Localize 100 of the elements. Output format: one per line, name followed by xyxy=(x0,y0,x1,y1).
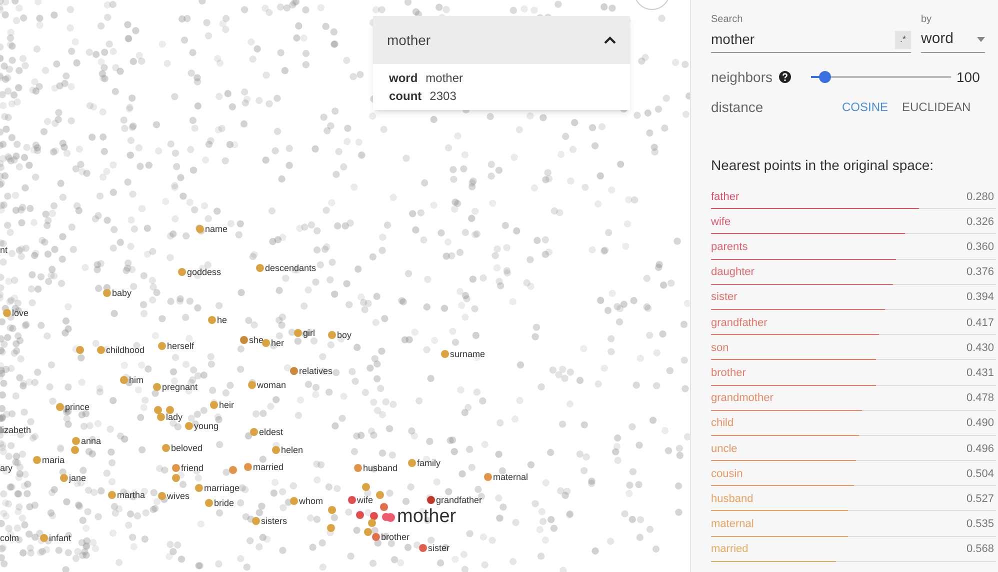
point-label: relatives xyxy=(299,365,333,377)
field-value: 2303 xyxy=(430,88,456,104)
neighbor-row[interactable]: daughter 0.376 xyxy=(711,260,996,285)
neighbor-row[interactable]: grandmother 0.478 xyxy=(711,386,996,411)
distance-value: 0.326 xyxy=(966,214,994,230)
point-label: lady xyxy=(166,411,183,423)
point-label: colm xyxy=(0,532,20,544)
point-label: he xyxy=(217,314,228,326)
data-point xyxy=(376,491,384,499)
neighbor-row[interactable]: married 0.568 xyxy=(711,536,996,562)
point-label: martha xyxy=(117,489,146,501)
slider-track[interactable] xyxy=(810,71,950,83)
distance-value: 0.431 xyxy=(966,366,994,381)
point-label: anna xyxy=(81,435,102,447)
point-label: married xyxy=(253,461,284,473)
point-label: pregnant xyxy=(162,381,198,393)
distance-option[interactable]: COSINE xyxy=(842,98,888,116)
point-label: her xyxy=(271,337,284,349)
point-label: marriage xyxy=(204,482,240,494)
point-label: whom xyxy=(299,495,324,507)
neighbor-row[interactable]: son 0.430 xyxy=(711,335,996,360)
field-key: count xyxy=(389,88,422,104)
neighbor-row[interactable]: father 0.280 xyxy=(711,184,996,210)
neighbor-row[interactable]: husband 0.527 xyxy=(711,486,996,512)
point-label: girl xyxy=(303,327,316,339)
neighbor-row[interactable]: cousin 0.504 xyxy=(711,461,996,486)
help-icon xyxy=(778,71,790,83)
point-label: wives xyxy=(167,490,190,502)
neighbor-row[interactable]: child 0.490 xyxy=(711,410,996,436)
dropdown-caret-icon xyxy=(977,37,985,42)
point-label: helen xyxy=(281,444,304,456)
point-label: goddess xyxy=(187,266,222,278)
data-point xyxy=(327,524,335,532)
neighbor-row[interactable]: brother 0.431 xyxy=(711,360,996,386)
distance-value: 0.376 xyxy=(966,265,994,280)
point-label: heir xyxy=(219,399,234,411)
point-label: maternal xyxy=(493,471,528,483)
data-point xyxy=(229,466,237,474)
by-dropdown[interactable]: word xyxy=(921,27,985,53)
distance-value: 0.504 xyxy=(966,466,994,482)
neighbor-row[interactable]: wife 0.326 xyxy=(711,209,996,234)
distance-value: 0.527 xyxy=(966,492,994,507)
point-label: love xyxy=(12,307,29,319)
point-label: herself xyxy=(167,340,194,352)
data-point xyxy=(76,346,84,354)
point-label: baby xyxy=(112,287,132,299)
point-label: family xyxy=(417,457,441,469)
distance-value: 0.478 xyxy=(966,391,994,406)
slider-thumb[interactable] xyxy=(818,71,830,83)
point-label: prince xyxy=(65,401,90,413)
point-label: nt xyxy=(0,244,8,256)
neighbor-row[interactable]: uncle 0.496 xyxy=(711,436,996,462)
neighbors-value: 100 xyxy=(956,68,980,86)
card-title: mother xyxy=(387,30,431,50)
focus-label: mother xyxy=(397,506,456,528)
point-label: lizabeth xyxy=(0,424,32,436)
field-label: Search xyxy=(711,13,744,27)
point-label: sister xyxy=(428,542,450,554)
distance-value: 0.417 xyxy=(966,316,994,331)
point-label: young xyxy=(194,420,219,432)
neighbor-row[interactable]: parents 0.360 xyxy=(711,234,996,260)
neighbor-row[interactable]: maternal 0.535 xyxy=(711,511,996,537)
distance-value: 0.394 xyxy=(966,290,994,306)
field-key: word xyxy=(389,70,418,86)
regex-button[interactable]: .* xyxy=(894,30,911,48)
point-label: wife xyxy=(357,494,374,506)
point-label: beloved xyxy=(171,442,203,454)
distance-value: 0.360 xyxy=(966,240,994,256)
distance-value: 0.568 xyxy=(966,542,994,558)
distance-value: 0.496 xyxy=(966,442,994,457)
neighbor-row[interactable]: grandfather 0.417 xyxy=(711,310,996,336)
point-label: descendants xyxy=(265,262,316,274)
point-label: jane xyxy=(69,472,86,484)
point-label: woman xyxy=(257,379,286,391)
point-label: brother xyxy=(381,531,410,543)
neighbor-row[interactable]: sister 0.394 xyxy=(711,284,996,310)
search-field[interactable]: mother .* xyxy=(711,27,911,53)
point-label: infant xyxy=(49,532,72,544)
point-label: childhood xyxy=(106,344,145,356)
point-label: bride xyxy=(214,497,234,509)
point-label: eldest xyxy=(259,426,284,438)
point-label: him xyxy=(129,374,144,386)
field-value: mother xyxy=(426,70,464,86)
distance-label: distance xyxy=(711,98,764,116)
data-point xyxy=(380,503,388,511)
data-point xyxy=(172,474,180,482)
nearest-title: Nearest points in the original space: xyxy=(711,156,935,175)
point-label: she xyxy=(249,334,264,346)
point-label: boy xyxy=(337,329,352,341)
point-label: ary xyxy=(0,462,13,474)
distance-value: 0.490 xyxy=(966,416,994,432)
info-card-header[interactable]: mother xyxy=(373,16,630,64)
point-label: surname xyxy=(450,348,486,360)
point-label: friend xyxy=(181,462,204,474)
data-point xyxy=(362,483,370,491)
distance-option[interactable]: EUCLIDEAN xyxy=(902,98,971,116)
data-point xyxy=(356,511,364,519)
neighbors-label: neighbors xyxy=(711,68,772,87)
point-label: grandfather xyxy=(436,494,482,506)
point-label: husband xyxy=(363,462,398,474)
